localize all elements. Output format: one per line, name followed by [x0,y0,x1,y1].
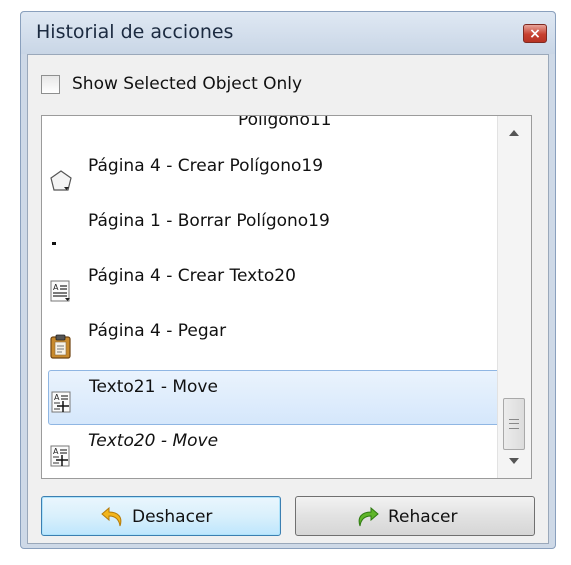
scroll-up-arrow-icon[interactable] [509,130,519,136]
text-create-icon: A [48,278,74,304]
svg-text:A: A [53,283,59,292]
history-item-label: Página 4 - Crear Texto20 [88,266,296,286]
history-item-label: Página 1 - Borrar Polígono19 [88,211,330,231]
redo-button-label: Rehacer [388,507,458,527]
undo-arrow-icon [100,504,126,530]
show-selected-only-label[interactable]: Show Selected Object Only [72,74,302,94]
show-selected-only-checkbox[interactable] [41,75,60,94]
delete-dash-icon [48,223,74,249]
history-item-label: Página 4 - Crear Polígono19 [88,156,324,176]
vertical-scrollbar[interactable] [497,116,531,478]
history-item[interactable]: A Página 4 - Crear Texto20 [48,260,503,315]
dialog-body: Show Selected Object Only Polígono11 Pág… [27,54,549,544]
redo-arrow-icon [354,504,380,530]
text-move-icon: A [48,443,74,469]
text-move-icon: A [49,389,75,415]
clipboard-paste-icon [48,333,74,359]
polygon-icon [48,168,74,194]
history-dialog: Historial de acciones × Show Selected Ob… [20,11,556,549]
redo-button[interactable]: Rehacer [295,496,535,536]
history-item-label: Texto20 - Move [88,431,219,451]
history-item[interactable]: Página 4 - Crear Polígono19 [48,150,503,205]
history-item[interactable]: A Texto20 - Move [48,425,503,478]
window-title: Historial de acciones [36,21,234,43]
history-item-label: Texto21 - Move [89,377,218,397]
title-bar[interactable]: Historial de acciones × [21,12,555,54]
svg-text:A: A [53,447,59,456]
history-list[interactable]: Polígono11 Página 4 - Crear Polígono19 P… [41,115,532,479]
history-item[interactable]: Página 4 - Pegar [48,315,503,370]
history-item[interactable]: Página 1 - Borrar Polígono19 [48,205,503,260]
partial-list-item-label: Polígono11 [238,115,332,130]
history-item-label: Página 4 - Pegar [88,321,227,341]
scroll-thumb[interactable] [503,398,525,450]
grip-icon [509,419,519,429]
close-icon: × [529,26,541,42]
history-item-selected[interactable]: A Texto21 - Move [48,370,503,425]
undo-button[interactable]: Deshacer [41,496,281,536]
undo-button-label: Deshacer [132,507,213,527]
close-button[interactable]: × [523,24,547,43]
svg-text:A: A [54,393,60,402]
scroll-down-arrow-icon[interactable] [509,458,519,464]
